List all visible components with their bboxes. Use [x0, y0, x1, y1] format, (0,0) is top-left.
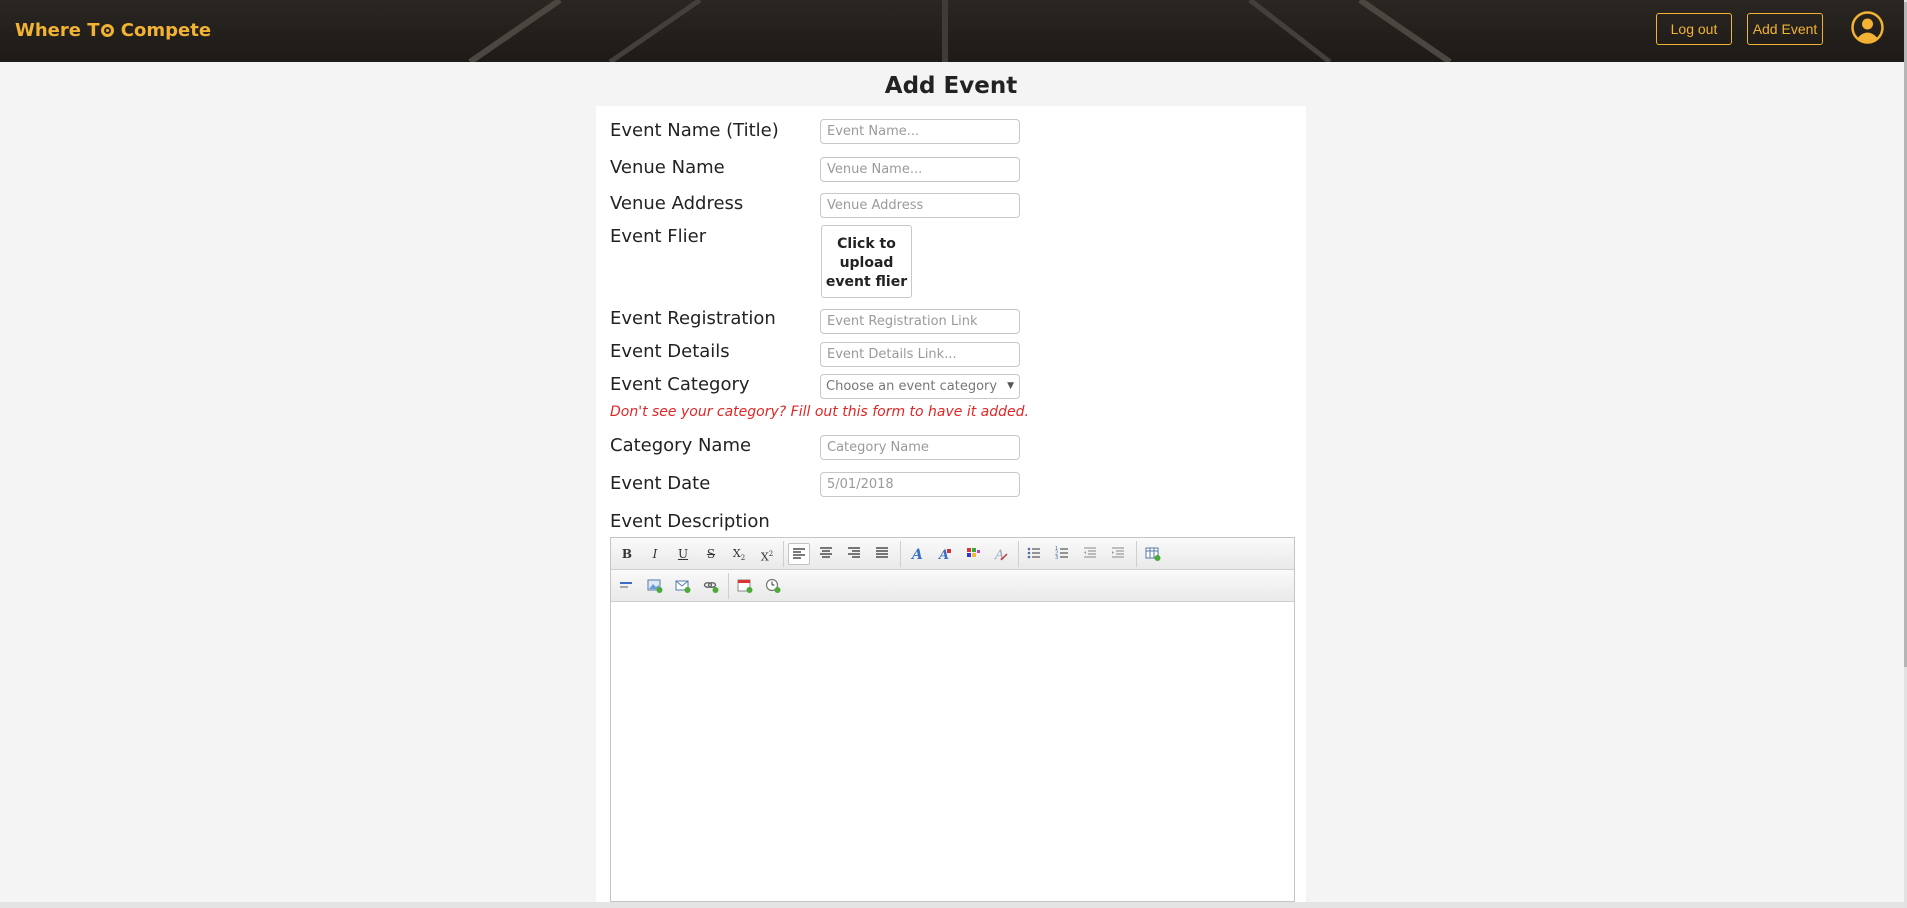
subscript-glyph: X — [732, 547, 741, 560]
outdent-icon[interactable] — [1080, 543, 1102, 565]
bold-icon[interactable]: B — [616, 543, 638, 565]
venue-name-input[interactable] — [820, 157, 1020, 182]
top-navbar: Where T Compete Log out Add Event — [0, 0, 1904, 62]
event-registration-label: Event Registration — [610, 308, 776, 329]
strikethrough-icon[interactable]: S — [700, 543, 722, 565]
add-event-button[interactable]: Add Event — [1747, 13, 1823, 45]
insert-table-icon[interactable] — [1142, 543, 1164, 565]
event-date-input[interactable] — [820, 472, 1020, 497]
insert-link-icon[interactable] — [700, 575, 722, 597]
editor-toolbar-row-2 — [611, 570, 1294, 602]
editor-toolbar-row-1: B I U S X2 X2 A A A 123 — [611, 538, 1294, 570]
category-name-label: Category Name — [610, 435, 752, 456]
bulleted-list-icon[interactable] — [1024, 543, 1046, 565]
event-registration-input[interactable] — [820, 309, 1020, 334]
insert-date-icon[interactable] — [734, 575, 756, 597]
category-name-input[interactable] — [820, 435, 1020, 460]
align-right-icon[interactable] — [844, 543, 866, 565]
justify-icon[interactable] — [872, 543, 894, 565]
toolbar-separator — [728, 573, 729, 599]
event-details-label: Event Details — [610, 341, 730, 362]
venue-name-label: Venue Name — [610, 157, 725, 178]
event-details-input[interactable] — [820, 342, 1020, 367]
venue-address-label: Venue Address — [610, 193, 744, 214]
insert-email-icon[interactable] — [672, 575, 694, 597]
italic-icon[interactable]: I — [644, 543, 666, 565]
align-center-icon[interactable] — [816, 543, 838, 565]
subscript-icon[interactable]: X2 — [728, 543, 750, 565]
svg-text:3: 3 — [1055, 555, 1058, 560]
upload-flier-button[interactable]: Click to upload event flier — [821, 225, 912, 298]
event-name-input[interactable] — [820, 119, 1020, 144]
toolbar-separator — [1018, 541, 1019, 567]
event-date-label: Event Date — [610, 473, 711, 494]
logo-text-part1: Where T — [15, 20, 100, 41]
svg-text:A: A — [910, 547, 923, 562]
font-style-icon[interactable]: A — [906, 543, 928, 565]
event-flier-label: Event Flier — [610, 226, 707, 247]
clear-formatting-icon[interactable]: A — [990, 543, 1012, 565]
event-category-selected-value: Choose an event category — [826, 379, 998, 394]
numbered-list-icon[interactable]: 123 — [1052, 543, 1074, 565]
superscript-glyph: X — [760, 550, 769, 564]
align-left-icon[interactable] — [788, 543, 810, 565]
horizontal-scrollbar[interactable] — [0, 902, 1904, 908]
font-size-icon[interactable]: A — [934, 543, 956, 565]
indent-icon[interactable] — [1108, 543, 1130, 565]
insert-image-icon[interactable] — [644, 575, 666, 597]
toolbar-separator — [1136, 541, 1137, 567]
track-background-image — [468, 0, 1452, 62]
event-category-label: Event Category — [610, 374, 750, 395]
venue-address-input[interactable] — [820, 193, 1020, 218]
dropdown-arrow-icon: ▼ — [1007, 381, 1014, 391]
target-icon — [100, 24, 114, 37]
event-category-select[interactable]: Choose an event category ▼ — [820, 374, 1020, 399]
event-name-label: Event Name (Title) — [610, 120, 779, 141]
svg-text:A: A — [994, 548, 1004, 562]
superscript-icon[interactable]: X2 — [756, 543, 778, 565]
site-logo[interactable]: Where T Compete — [15, 20, 211, 41]
toolbar-separator — [900, 541, 901, 567]
toolbar-separator — [783, 541, 784, 567]
underline-icon[interactable]: U — [672, 543, 694, 565]
category-hint-text[interactable]: Don't see your category? Fill out this f… — [610, 404, 1029, 420]
logo-text-part2: Compete — [120, 20, 212, 41]
page-title: Add Event — [884, 73, 1018, 99]
event-description-label: Event Description — [610, 511, 770, 532]
editor-content-area[interactable] — [611, 603, 1294, 901]
logout-button[interactable]: Log out — [1656, 13, 1732, 45]
horizontal-rule-icon[interactable] — [616, 575, 638, 597]
insert-time-icon[interactable] — [762, 575, 784, 597]
user-avatar-icon[interactable] — [1851, 11, 1884, 44]
color-palette-icon[interactable] — [962, 543, 984, 565]
